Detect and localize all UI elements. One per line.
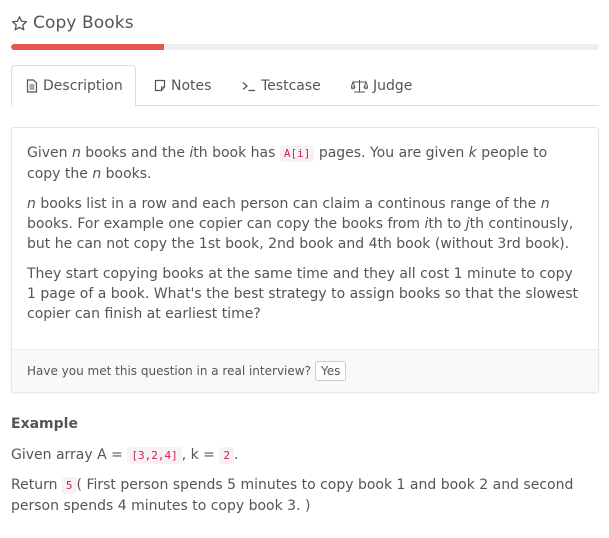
inline-code: 5 xyxy=(61,477,77,494)
tab-description-label: Description xyxy=(43,78,123,94)
interview-question-bar: Have you met this question in a real int… xyxy=(12,349,598,392)
balance-scale-icon xyxy=(351,79,368,93)
tab-description[interactable]: Description xyxy=(11,65,136,107)
note-icon xyxy=(154,79,166,92)
example-output-line: Return 5( First person spends 5 minutes … xyxy=(11,477,574,514)
tab-notes-label: Notes xyxy=(171,77,212,94)
description-body: Given n books and the ith book has A[i] … xyxy=(12,128,598,324)
tab-notes[interactable]: Notes xyxy=(152,65,211,106)
page-title: Copy Books xyxy=(33,13,134,33)
tab-judge-label: Judge xyxy=(373,77,413,94)
example-section: Example Given array A = [3,2,4], k = 2. … xyxy=(11,414,599,526)
problem-header: Copy Books xyxy=(11,13,134,33)
progress-bar xyxy=(11,44,599,50)
yes-button[interactable]: Yes xyxy=(314,361,347,381)
tab-bar: Description Notes Testcase Judge xyxy=(11,65,599,107)
description-paragraph-2: n books list in a row and each person ca… xyxy=(27,196,574,252)
description-paragraph-1: Given n books and the ith book has A[i] … xyxy=(27,145,548,182)
example-heading: Example xyxy=(11,416,78,432)
tab-testcase-label: Testcase xyxy=(261,77,321,94)
description-panel: Given n books and the ith book has A[i] … xyxy=(11,127,599,393)
tab-testcase[interactable]: Testcase xyxy=(242,65,321,106)
document-icon xyxy=(26,79,38,93)
progress-bar-fill xyxy=(11,44,164,50)
terminal-icon xyxy=(242,80,256,92)
inline-code: 2 xyxy=(219,447,234,464)
interview-question-text: Have you met this question in a real int… xyxy=(27,364,311,378)
inline-code: [3,2,4] xyxy=(127,447,182,464)
example-input-line: Given array A = [3,2,4], k = 2. xyxy=(11,447,239,464)
description-paragraph-3: They start copying books at the same tim… xyxy=(27,266,579,322)
tab-judge[interactable]: Judge xyxy=(351,65,412,106)
inline-code: A[i] xyxy=(279,145,315,162)
star-icon[interactable] xyxy=(11,15,28,32)
